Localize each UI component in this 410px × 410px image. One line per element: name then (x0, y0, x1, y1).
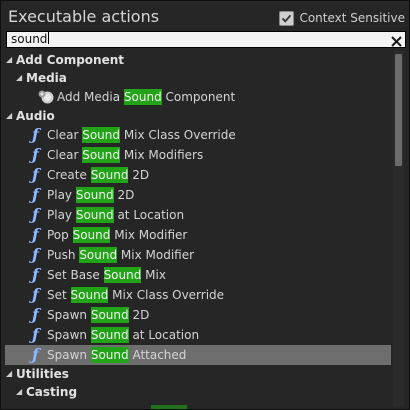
action-item[interactable]: ƒ Pop Sound Mix Modifier (5, 225, 391, 245)
checkmark-icon (282, 14, 292, 23)
function-icon: ƒ (32, 125, 39, 144)
panel-header: Executable actions Context Sensitive (7, 6, 405, 30)
search-input-value: sound (11, 32, 48, 46)
category-label: Audio (16, 109, 55, 123)
search-input[interactable]: sound (6, 31, 406, 48)
category-label: Utilities (16, 367, 69, 381)
function-icon: ƒ (32, 265, 39, 284)
action-item[interactable]: ƒ Spawn Sound Attached (5, 345, 391, 365)
category-label: Add Component (16, 53, 124, 67)
vertical-scrollbar[interactable] (393, 51, 404, 406)
expanded-triangle-icon[interactable]: ◢ (6, 107, 12, 125)
category-audio[interactable]: ◢ Audio (5, 107, 391, 125)
function-icon: ƒ (32, 325, 39, 344)
search-match-highlight: Sound (103, 267, 142, 283)
expanded-triangle-icon[interactable]: ◢ (6, 365, 12, 383)
expanded-triangle-icon[interactable]: ◢ (6, 51, 12, 69)
action-item-label: Pop Sound Mix Modifier (47, 227, 188, 243)
action-tree[interactable]: ◢ Add Component ◢ Media Add Media Sound … (5, 51, 391, 407)
action-item[interactable]: ƒ Push Sound Mix Modifier (5, 245, 391, 265)
search-match-highlight: Sound (90, 327, 129, 343)
expanded-triangle-icon[interactable]: ◢ (16, 69, 22, 87)
function-icon: ƒ (32, 205, 39, 224)
panel-title: Executable actions (8, 7, 160, 26)
action-item-label: Create Sound 2D (47, 167, 150, 183)
search-match-highlight: Sound (82, 147, 120, 163)
action-item-label: Spawn Sound at Location (47, 327, 200, 343)
context-sensitive-toggle[interactable]: Context Sensitive (279, 9, 405, 27)
function-icon: ƒ (32, 145, 39, 164)
search-match-highlight: Sound (72, 227, 111, 243)
action-item-label: Clear Sound Mix Class Override (47, 127, 236, 143)
scrollbar-thumb[interactable] (395, 54, 402, 166)
action-item-label: Spawn Sound 2D (47, 307, 150, 323)
action-item[interactable]: ƒ Play Sound 2D (5, 185, 391, 205)
function-icon: ƒ (32, 225, 39, 244)
clear-search-button[interactable] (390, 33, 403, 47)
action-item[interactable]: ƒ Set Base Sound Mix (5, 265, 391, 285)
action-item-label: Play Sound 2D (47, 187, 135, 203)
search-match-highlight: Sound (75, 187, 114, 203)
expanded-triangle-icon[interactable]: ◢ (16, 383, 22, 401)
action-item-label: Set Base Sound Mix (47, 267, 166, 283)
function-icon: ƒ (32, 165, 39, 184)
action-item[interactable]: ƒ Spawn Sound 2D (5, 305, 391, 325)
action-item-label: Play Sound at Location (47, 207, 185, 223)
function-icon: ƒ (32, 345, 39, 364)
action-item[interactable]: ƒ Spawn Sound at Location (5, 325, 391, 345)
media-sound-component-icon (38, 90, 54, 104)
search-match-highlight: Sound (75, 207, 114, 223)
action-item[interactable]: ƒ Play Sound at Location (5, 205, 391, 225)
action-item-label: Add Media Sound Component (57, 89, 236, 105)
function-icon: ƒ (32, 285, 39, 304)
action-item[interactable]: ƒ Clear Sound Mix Class Override (5, 125, 391, 145)
clear-search-icon (391, 36, 402, 47)
function-icon: ƒ (32, 245, 39, 264)
search-match-highlight: Sound (90, 347, 129, 363)
function-icon: ƒ (32, 185, 39, 204)
search-match-highlight: Sound (70, 287, 109, 303)
context-sensitive-checkbox[interactable] (279, 10, 295, 26)
search-match-highlight: Sound (79, 247, 118, 263)
search-match-highlight: Sound (82, 127, 120, 143)
action-item-label: Clear Sound Mix Modifiers (47, 147, 204, 163)
executable-actions-panel: Executable actions Context Sensitive sou… (0, 0, 410, 410)
category-label: Media (26, 71, 67, 85)
search-match-highlight: Sound (123, 89, 162, 105)
action-item[interactable]: ƒ Create Sound 2D (5, 165, 391, 185)
action-item-label: Set Sound Mix Class Override (47, 287, 225, 303)
action-item-label: Spawn Sound Attached (47, 347, 187, 363)
category-label: Casting (26, 385, 78, 399)
category-casting[interactable]: ◢ Casting (5, 383, 391, 401)
search-match-highlight: Sound (90, 307, 129, 323)
category-media[interactable]: ◢ Media (5, 69, 391, 87)
function-icon: ƒ (32, 305, 39, 324)
context-sensitive-label: Context Sensitive (299, 11, 405, 25)
action-item-label: Push Sound Mix Modifier (47, 247, 195, 263)
action-item-add-media-sound-component[interactable]: Add Media Sound Component (5, 87, 391, 107)
next-match-highlight-peek (151, 405, 187, 409)
search-match-highlight: Sound (90, 167, 129, 183)
action-item[interactable]: ƒ Clear Sound Mix Modifiers (5, 145, 391, 165)
category-add-component[interactable]: ◢ Add Component (5, 51, 391, 69)
action-item[interactable]: ƒ Set Sound Mix Class Override (5, 285, 391, 305)
category-utilities[interactable]: ◢ Utilities (5, 365, 391, 383)
